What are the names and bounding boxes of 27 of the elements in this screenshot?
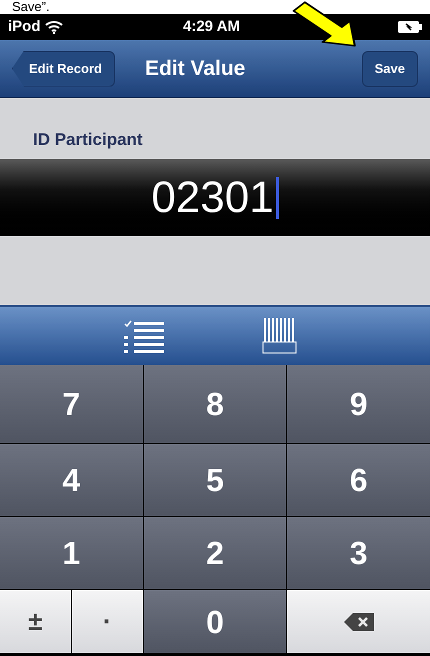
- wifi-icon: [44, 20, 62, 34]
- digit-key[interactable]: 3: [287, 517, 430, 589]
- digit-key[interactable]: 4: [0, 444, 143, 516]
- field-label: ID Participant: [33, 131, 144, 149]
- symbol-key[interactable]: ·: [72, 590, 143, 653]
- delete-key[interactable]: [287, 590, 430, 653]
- carrier-text: iPod: [8, 16, 40, 37]
- back-button[interactable]: Edit Record: [12, 50, 115, 86]
- battery-icon: [398, 21, 422, 33]
- barcode-icon[interactable]: [262, 318, 298, 354]
- digit-key[interactable]: 7: [0, 365, 143, 443]
- digit-key[interactable]: 2: [144, 517, 286, 589]
- time-text: 4:29 AM: [183, 16, 240, 37]
- digit-key[interactable]: 8: [144, 365, 286, 443]
- save-button[interactable]: Save: [362, 50, 418, 86]
- caption-text: Save”.: [12, 0, 50, 14]
- list-icon[interactable]: [124, 319, 166, 353]
- digit-key[interactable]: 0: [144, 590, 286, 653]
- digit-key[interactable]: 1: [0, 517, 143, 589]
- screen-title: Edit Value: [144, 56, 246, 82]
- digit-key[interactable]: 6: [287, 444, 430, 516]
- digit-key[interactable]: 5: [144, 444, 286, 516]
- symbol-key[interactable]: ±: [0, 590, 71, 653]
- backspace-icon: [344, 612, 374, 630]
- text-cursor: [276, 176, 279, 218]
- digit-key[interactable]: 9: [287, 365, 430, 443]
- value-field[interactable]: 02301: [0, 159, 430, 236]
